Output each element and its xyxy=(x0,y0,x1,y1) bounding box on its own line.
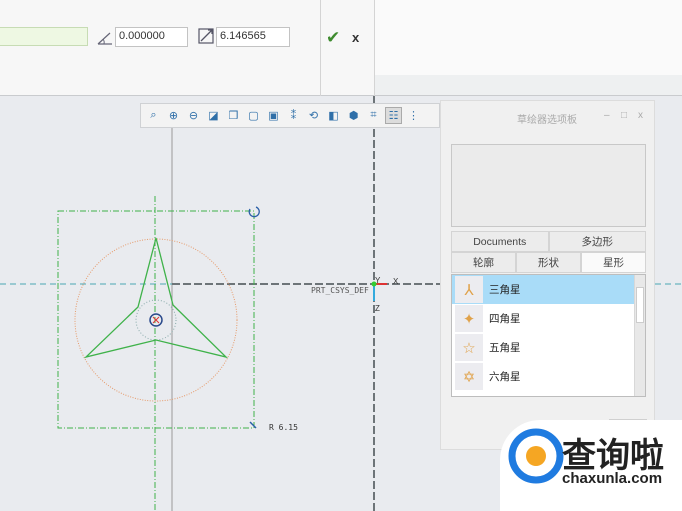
ok-button[interactable]: ✔ xyxy=(326,28,340,48)
watermark: 查询啦 chaxunla.com xyxy=(500,420,682,511)
display-style-icon[interactable]: ❒ xyxy=(225,107,242,124)
list-item[interactable]: ⅄ 三角星 xyxy=(452,275,645,304)
maximize-icon[interactable]: □ xyxy=(621,110,627,121)
tab-shape[interactable]: 形状 xyxy=(516,252,581,273)
saved-views-icon[interactable]: ▢ xyxy=(245,107,262,124)
scale-input[interactable]: 6.146565 xyxy=(216,27,290,47)
list-item[interactable]: ✦ 四角星 xyxy=(452,304,645,333)
sketch-view-icon[interactable]: ⌗ xyxy=(365,107,382,124)
axis-y-label: Y xyxy=(375,276,381,285)
list-item[interactable]: ☆ 五角星 xyxy=(452,333,645,362)
3d-view-icon[interactable]: ⬢ xyxy=(345,107,362,124)
spin-center-icon[interactable]: ⟲ xyxy=(305,107,322,124)
more-icon[interactable]: ⋮ xyxy=(405,107,422,124)
axis-z-label: Z xyxy=(375,304,380,313)
sketcher-display-icon[interactable]: ☷ xyxy=(385,107,402,124)
view-manager-icon[interactable]: ▣ xyxy=(265,107,282,124)
angle-icon xyxy=(97,32,112,45)
dashboard-bar: 0.000000 6.146565 ✔ x xyxy=(0,0,682,96)
scrollbar[interactable] xyxy=(634,275,645,396)
annotation-display-icon[interactable]: ◧ xyxy=(325,107,342,124)
tab-star[interactable]: 星形 xyxy=(581,252,646,273)
palette-title: 草绘器选项板 xyxy=(517,115,577,126)
scale-icon xyxy=(198,28,214,44)
sketch-input-field[interactable] xyxy=(0,27,88,46)
six-star-icon: ✡ xyxy=(455,363,483,390)
repaint-icon[interactable]: ◪ xyxy=(205,107,222,124)
minimize-icon[interactable]: – xyxy=(604,110,610,121)
scale-handle-icon xyxy=(249,421,257,429)
csys-label: PRT_CSYS_DEF xyxy=(311,286,369,295)
zoom-out-icon[interactable]: ⊖ xyxy=(185,107,202,124)
cancel-button[interactable]: x xyxy=(352,30,359,45)
refit-icon[interactable]: ⌕ xyxy=(145,107,162,124)
view-toolbar: ⌕ ⊕ ⊖ ◪ ❒ ▢ ▣ ⁑ ⟲ ◧ ⬢ ⌗ ☷ ⋮ xyxy=(140,103,440,128)
zoom-in-icon[interactable]: ⊕ xyxy=(165,107,182,124)
axis-x-label: X xyxy=(393,277,399,286)
three-star-icon: ⅄ xyxy=(455,276,483,303)
bounding-box xyxy=(57,196,255,511)
angle-input[interactable]: 0.000000 xyxy=(115,27,188,47)
tab-polygon[interactable]: 多边形 xyxy=(548,231,646,252)
tab-documents[interactable]: Documents xyxy=(451,231,549,252)
datum-display-icon[interactable]: ⁑ xyxy=(285,107,302,124)
list-item[interactable]: ✡ 六角星 xyxy=(452,362,645,391)
shape-preview xyxy=(451,144,646,227)
five-star-icon: ☆ xyxy=(455,334,483,361)
tab-profile[interactable]: 轮廓 xyxy=(451,252,516,273)
four-star-icon: ✦ xyxy=(455,305,483,332)
watermark-logo-icon xyxy=(508,428,564,484)
sketcher-palette: 草绘器选项板 – □ x Documents 多边形 轮廓 形状 星形 ⅄ 三角星… xyxy=(440,100,655,450)
radius-dimension[interactable]: R 6.15 xyxy=(269,423,298,432)
shape-list: ⅄ 三角星 ✦ 四角星 ☆ 五角星 ✡ 六角星 xyxy=(451,274,646,397)
close-icon[interactable]: x xyxy=(638,110,643,121)
